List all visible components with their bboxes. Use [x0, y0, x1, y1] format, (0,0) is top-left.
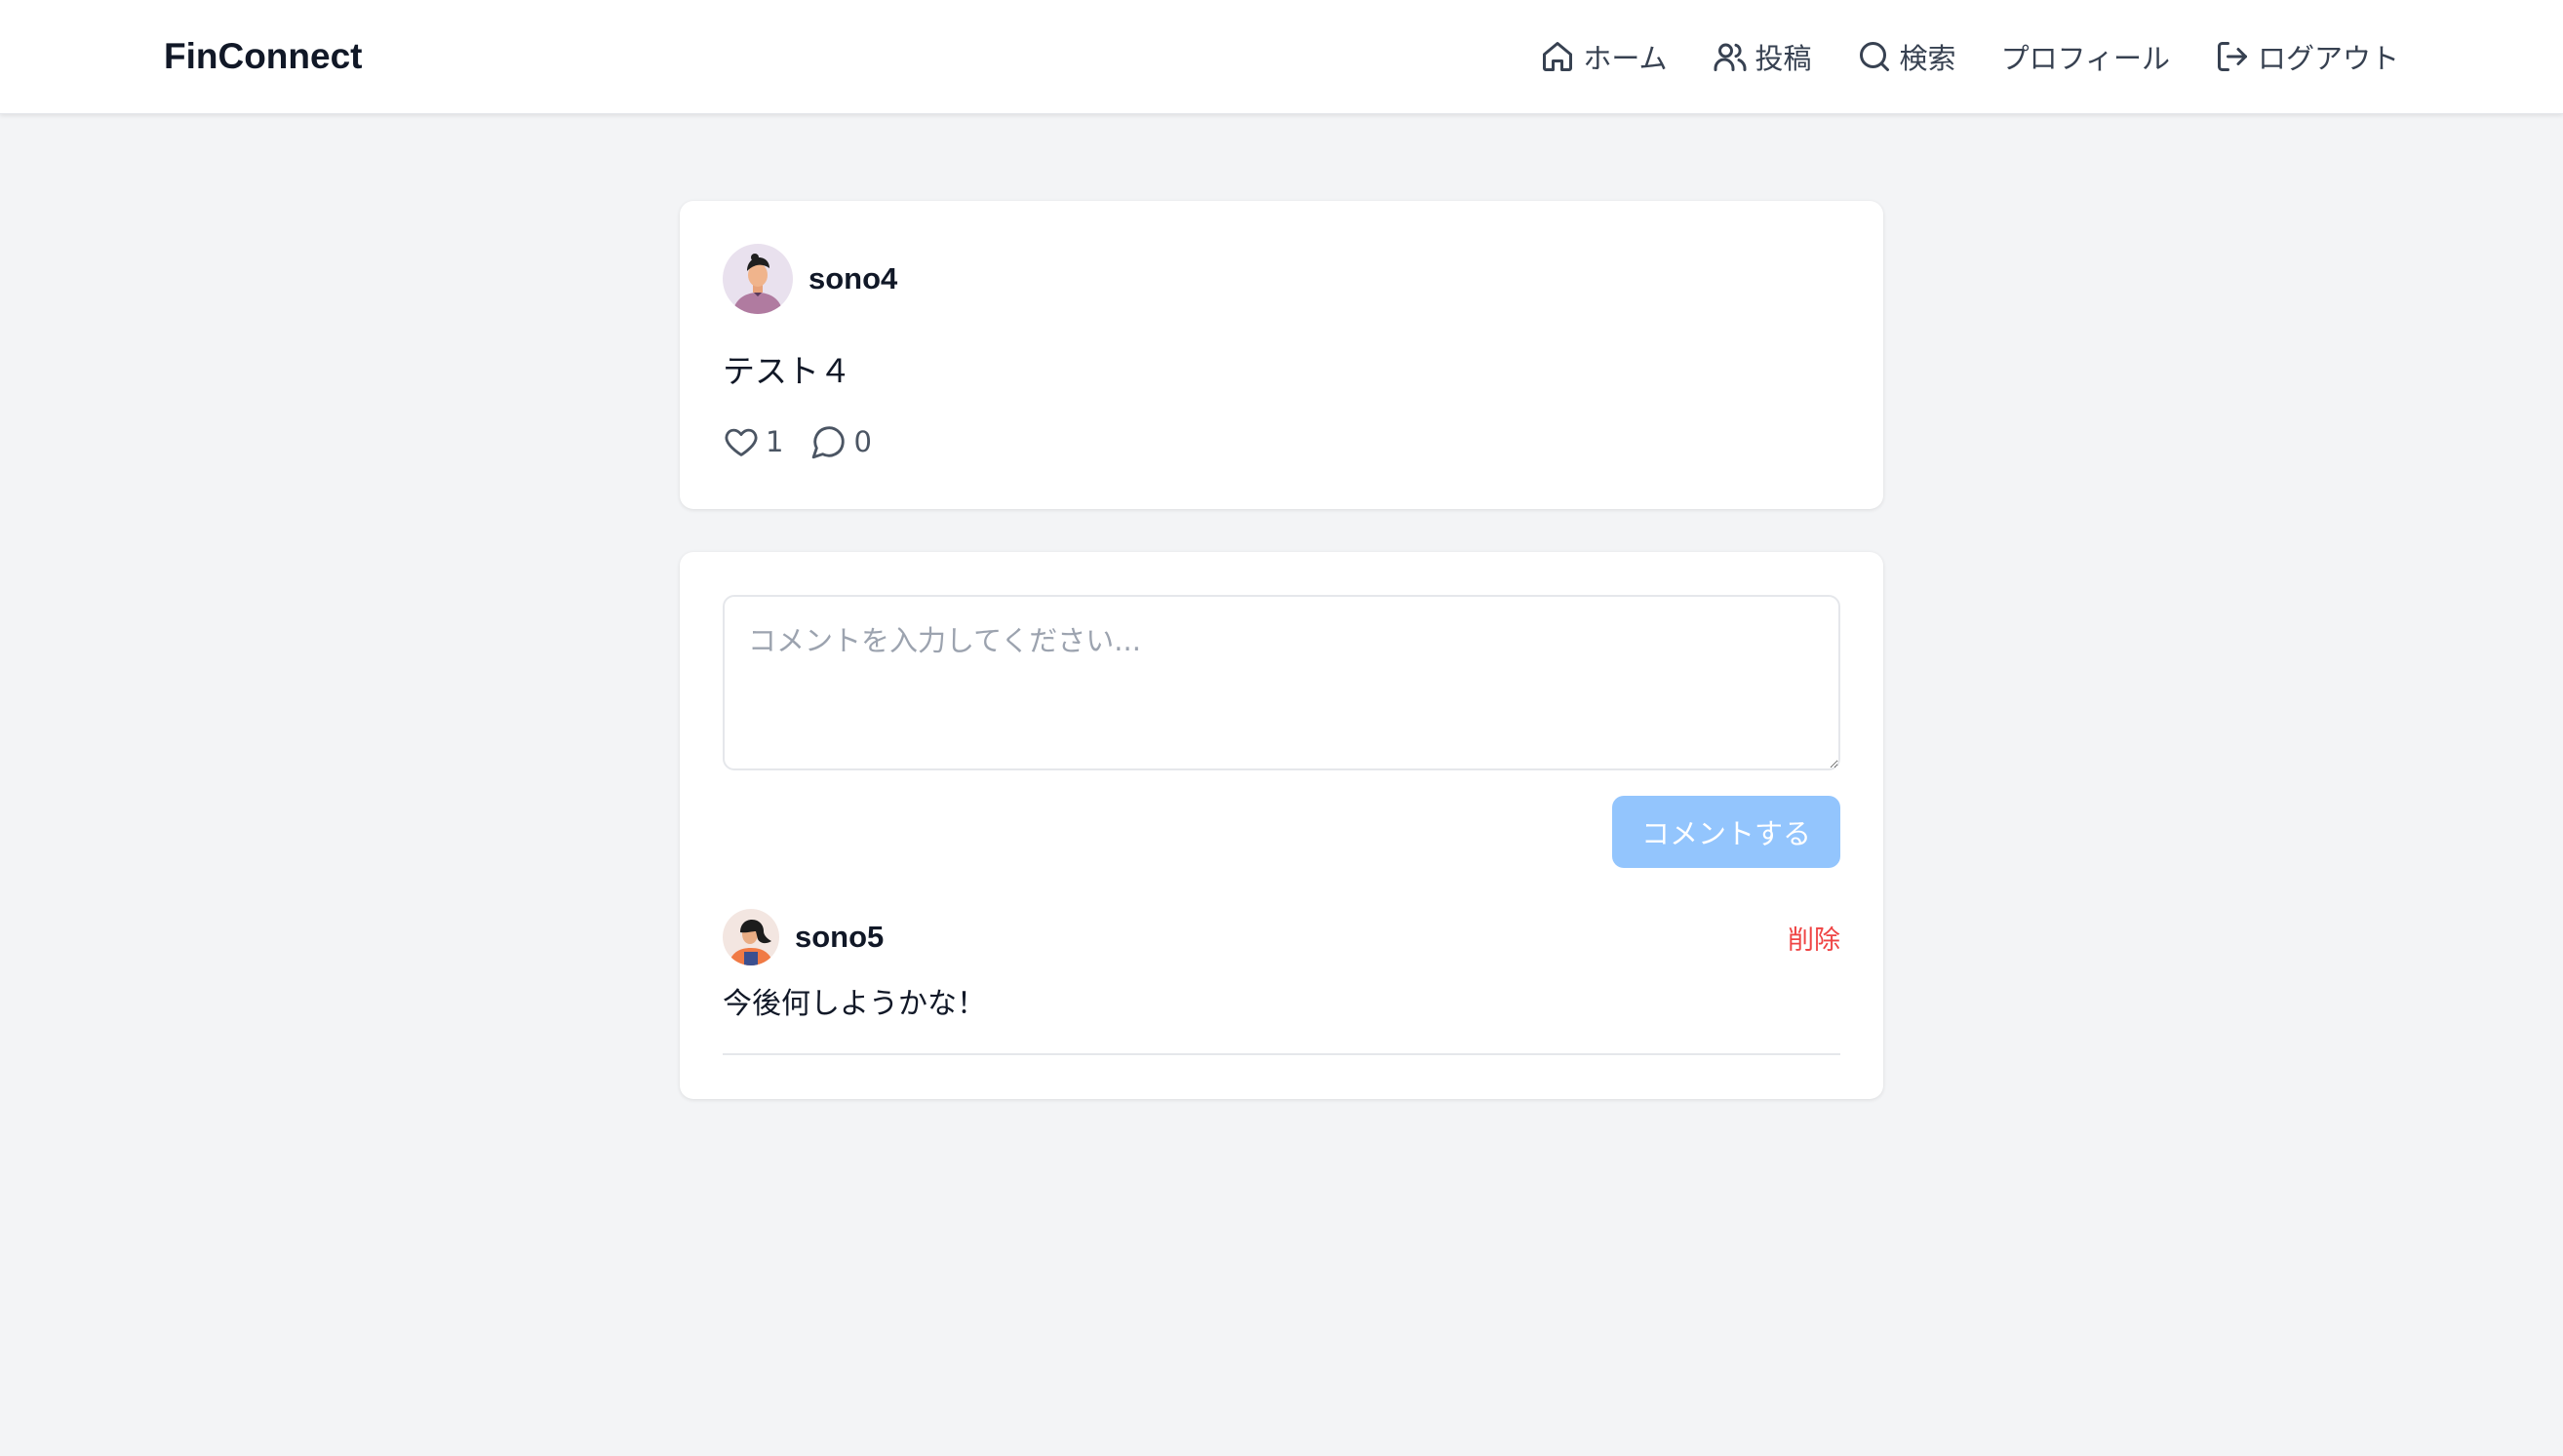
comment-username[interactable]: sono5: [795, 920, 1772, 955]
comment-bubble-icon: [812, 426, 846, 459]
nav-search[interactable]: 検索: [1857, 36, 1956, 77]
main-nav: ホーム 投稿 検索 プロフィール ログアウト: [1540, 33, 2399, 80]
nav-logout-label: ログアウト: [2257, 42, 2399, 75]
nav-profile[interactable]: プロフィール: [2001, 36, 2170, 77]
comment-item: sono5 削除 今後何しようかな！: [723, 909, 1840, 1055]
comments-card: コメントする sono5 削除 今後何しようかな！: [680, 552, 1883, 1099]
users-icon: [1714, 43, 1747, 71]
comment-text: 今後何しようかな！: [723, 987, 986, 1021]
like-count: 1: [766, 425, 784, 458]
comment-count-button[interactable]: 0: [810, 423, 872, 460]
delete-comment-button[interactable]: 削除: [1788, 919, 1840, 957]
nav-home[interactable]: ホーム: [1540, 36, 1668, 77]
nav-profile-label: プロフィール: [2000, 42, 2170, 75]
post-username[interactable]: sono4: [808, 261, 897, 296]
top-navbar: FinConnect ホーム 投稿 検索 プロフィール ログアウト: [0, 0, 2563, 114]
comment-count: 0: [853, 425, 872, 458]
avatar-illustration: [723, 244, 793, 314]
comment-input[interactable]: [723, 595, 1840, 770]
post-author[interactable]: sono4: [723, 244, 897, 314]
nav-post-label: 投稿: [1755, 42, 1812, 75]
submit-comment-button[interactable]: コメントする: [1612, 796, 1840, 868]
post-stats: 1 0: [723, 423, 872, 460]
logout-icon: [2217, 42, 2247, 71]
search-icon: [1859, 42, 1889, 71]
nav-search-label: 検索: [1899, 42, 1956, 75]
home-icon: [1543, 42, 1573, 71]
nav-logout[interactable]: ログアウト: [2215, 36, 2399, 77]
avatar[interactable]: [723, 909, 779, 965]
nav-home-label: ホーム: [1583, 42, 1668, 75]
brand-logo[interactable]: FinConnect: [164, 33, 362, 80]
post-card: sono4 テスト４ 1 0: [680, 201, 1883, 509]
nav-post[interactable]: 投稿: [1713, 36, 1812, 77]
avatar[interactable]: [723, 244, 793, 314]
post-content: テスト４: [723, 352, 851, 390]
like-button[interactable]: 1: [723, 423, 783, 460]
comment-header: sono5 削除: [723, 909, 1840, 965]
heart-icon: [725, 428, 758, 456]
avatar-illustration: [723, 909, 779, 965]
